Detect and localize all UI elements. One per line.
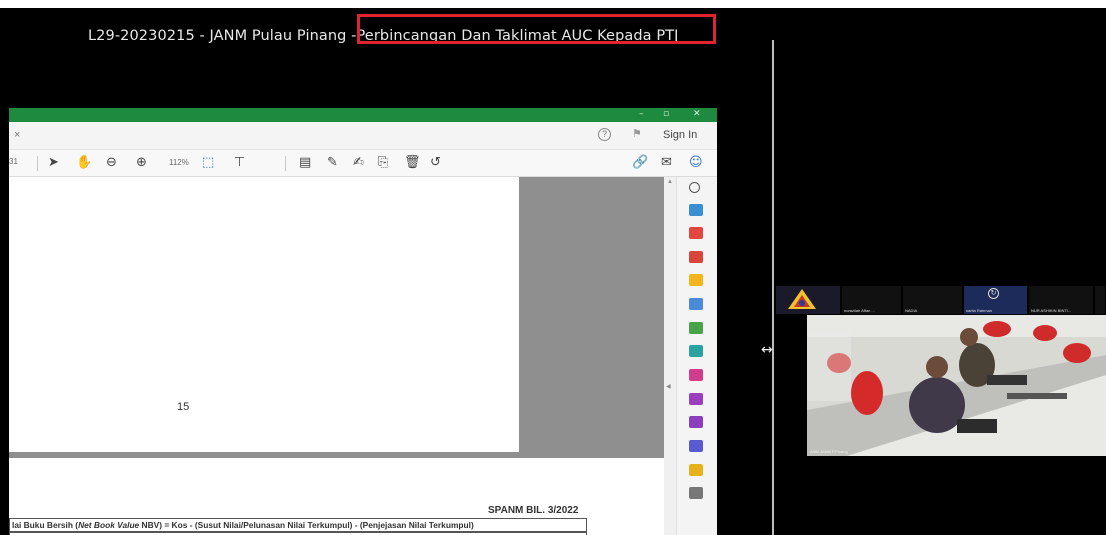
zoom-level-select[interactable]: 112% bbox=[169, 158, 189, 167]
protect-icon[interactable] bbox=[689, 393, 703, 405]
shared-pdf-window: – ▫ ✕ × ? ⚑ Sign In 31 ➤ ✋ ⊖ ⊕ 112% ⬚ ⊤ … bbox=[9, 108, 717, 535]
participant-tile[interactable]: NADIA bbox=[903, 286, 963, 314]
participant-strip: norazilah Affan ... NADIA ↻ sarita Rahma… bbox=[776, 286, 1106, 314]
mail-icon[interactable]: ✉ bbox=[661, 155, 672, 171]
zoom-out-icon[interactable]: ⊖ bbox=[106, 155, 117, 171]
sign-icon[interactable]: ✍ bbox=[353, 155, 364, 171]
meeting-title-prefix: L29-20230215 - JANM Pulau Pinang - bbox=[88, 28, 357, 44]
toolbar-separator bbox=[37, 156, 38, 171]
organization-logo-icon bbox=[788, 289, 816, 309]
conference-room-image bbox=[807, 315, 1106, 456]
page-indicator[interactable]: 31 bbox=[9, 157, 18, 166]
comment-tool-icon[interactable] bbox=[689, 274, 703, 286]
title-highlight-box bbox=[357, 14, 716, 44]
fit-page-icon[interactable]: ⬚ bbox=[202, 155, 214, 171]
scroll-up-arrow-icon[interactable]: ▲ bbox=[667, 179, 673, 185]
formula-text-start: lai Buku Bersih ( bbox=[12, 520, 79, 530]
tab-close-icon[interactable]: × bbox=[14, 129, 20, 141]
scan-icon[interactable] bbox=[689, 464, 703, 476]
tools-pane bbox=[676, 177, 717, 535]
vertical-scrollbar[interactable]: ▲ ◀ bbox=[664, 177, 676, 535]
restore-button[interactable]: ▫ bbox=[663, 109, 669, 119]
participant-tile[interactable]: ↻ sarita Rahman bbox=[964, 286, 1028, 314]
organize-pages-icon[interactable] bbox=[689, 322, 703, 334]
hand-icon[interactable]: ✋ bbox=[76, 155, 92, 171]
participant-name: sarita Rahman bbox=[966, 308, 993, 313]
left-edge-strip bbox=[0, 8, 9, 535]
document-view[interactable]: 15 SPANM BIL. 3/2022 lai Buku Bersih (Ne… bbox=[9, 177, 664, 535]
pen-icon[interactable]: ✎ bbox=[327, 155, 338, 171]
pdf-toolbar: 31 ➤ ✋ ⊖ ⊕ 112% ⬚ ⊤ ▤ ✎ ✍ ⎘ 🗑 ↺ 🔗 ✉ ☺ bbox=[9, 150, 717, 177]
split-divider[interactable] bbox=[772, 40, 774, 535]
participant-name: NUR ASHIKIN BINTI... bbox=[1031, 308, 1072, 313]
more-tools-pen-icon[interactable] bbox=[689, 440, 703, 452]
participant-tile[interactable] bbox=[1095, 286, 1106, 314]
pdf-menubar: × ? ⚑ Sign In bbox=[9, 122, 717, 150]
stamp-icon[interactable]: ⊤ bbox=[234, 155, 245, 171]
active-speaker-video[interactable]: ANM JANM P.Pinang bbox=[807, 315, 1106, 456]
search-icon[interactable] bbox=[689, 182, 700, 193]
select-icon[interactable]: ➤ bbox=[48, 155, 59, 171]
formula-table-row: lai Buku Bersih (Net Book Value NBV) = K… bbox=[9, 518, 587, 532]
formula-text-rest: NBV) = Kos - (Susut Nilai/Pelunasan Nila… bbox=[139, 520, 474, 530]
participant-avatar-icon: ↻ bbox=[988, 288, 999, 299]
zoom-in-icon[interactable]: ⊕ bbox=[136, 155, 147, 171]
formula-text-nbv: Net Book Value bbox=[78, 520, 140, 530]
export-pdf-icon[interactable] bbox=[689, 204, 703, 216]
page-number: 15 bbox=[177, 401, 190, 413]
comment-icon[interactable]: ▤ bbox=[299, 155, 311, 171]
compress-icon[interactable] bbox=[689, 345, 703, 357]
fill-sign-icon[interactable] bbox=[689, 369, 703, 381]
minimize-button[interactable]: – bbox=[639, 109, 644, 119]
active-speaker-label: ANM JANM P.Pinang bbox=[810, 449, 848, 454]
pdf-titlebar: – ▫ ✕ bbox=[9, 108, 717, 122]
create-pdf-icon[interactable] bbox=[689, 227, 703, 239]
participant-tile[interactable]: norazilah Affan ... bbox=[842, 286, 902, 314]
bell-icon[interactable]: ⚑ bbox=[632, 127, 642, 140]
scroll-left-arrow-icon[interactable]: ◀ bbox=[666, 383, 671, 390]
document-page: 15 bbox=[9, 177, 519, 452]
document-header: SPANM BIL. 3/2022 bbox=[488, 505, 579, 516]
participant-name: NADIA bbox=[905, 308, 918, 313]
participant-tile[interactable] bbox=[776, 286, 841, 314]
participant-tile[interactable]: NUR ASHIKIN BINTI... bbox=[1029, 286, 1094, 314]
resize-arrows-icon[interactable]: ↔ bbox=[761, 342, 773, 358]
toolbar-separator bbox=[285, 156, 286, 171]
sign-in-link[interactable]: Sign In bbox=[663, 129, 697, 141]
close-window-button[interactable]: ✕ bbox=[693, 109, 701, 119]
participant-name: norazilah Affan ... bbox=[844, 308, 875, 313]
screenshot-stage: L29-20230215 - JANM Pulau Pinang - Perbi… bbox=[0, 0, 1106, 535]
share-icon[interactable]: ⎘ bbox=[378, 155, 388, 171]
send-for-signature-icon[interactable] bbox=[689, 416, 703, 428]
delete-icon[interactable]: 🗑 bbox=[404, 155, 421, 171]
edit-pdf-icon[interactable] bbox=[689, 251, 703, 263]
customize-tools-icon[interactable] bbox=[689, 487, 703, 499]
user-icon[interactable]: ☺ bbox=[689, 155, 703, 171]
help-icon[interactable]: ? bbox=[598, 128, 611, 141]
link-icon[interactable]: 🔗 bbox=[632, 155, 648, 171]
undo-icon[interactable]: ↺ bbox=[430, 155, 441, 171]
combine-files-icon[interactable] bbox=[689, 298, 703, 310]
document-page: SPANM BIL. 3/2022 lai Buku Bersih (Net B… bbox=[9, 458, 664, 535]
